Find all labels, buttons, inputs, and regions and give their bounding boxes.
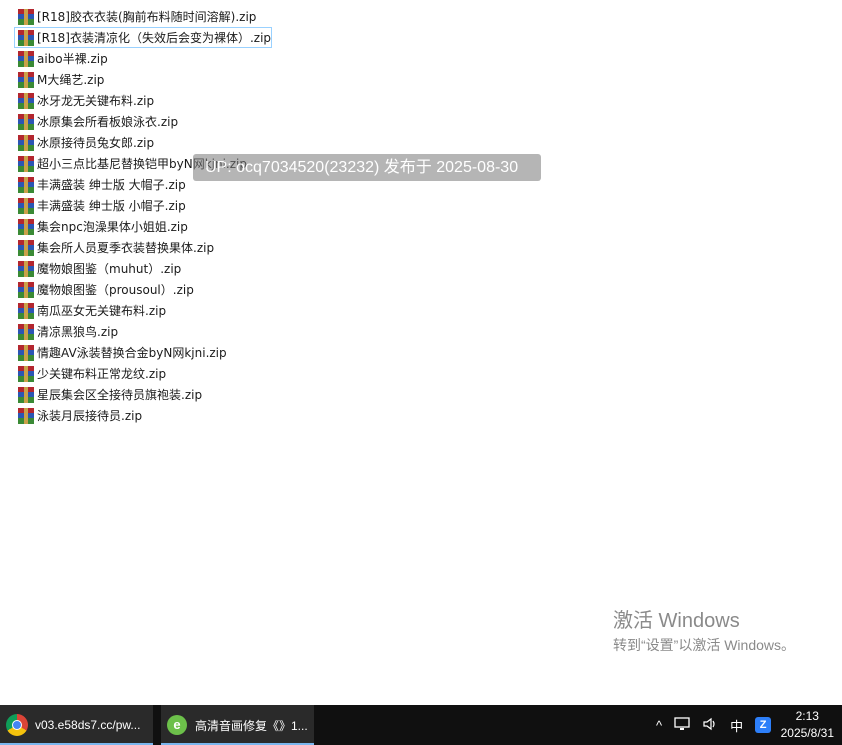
file-name: 魔物娘图鉴（muhut）.zip bbox=[37, 261, 182, 276]
zip-archive-icon bbox=[18, 113, 34, 130]
activate-subtitle: 转到“设置”以激活 Windows。 bbox=[613, 637, 796, 653]
zip-archive-icon bbox=[18, 8, 34, 25]
zip-archive-icon bbox=[18, 197, 34, 214]
zip-archive-icon bbox=[18, 344, 34, 361]
chevron-up-icon[interactable]: ^ bbox=[656, 718, 662, 733]
taskbar-item-label: v03.e58ds7.cc/pw... bbox=[35, 718, 141, 732]
file-name: 星辰集会区全接待员旗袍装.zip bbox=[37, 387, 203, 402]
file-name: 冰牙龙无关键布料.zip bbox=[37, 93, 155, 108]
zip-archive-icon bbox=[18, 260, 34, 277]
file-name: aibo半裸.zip bbox=[37, 51, 108, 66]
file-item[interactable]: aibo半裸.zip bbox=[14, 48, 414, 69]
file-name: [R18]胶衣衣装(胸前布料随时间溶解).zip bbox=[37, 9, 257, 24]
file-name: 魔物娘图鉴（prousoul）.zip bbox=[37, 282, 194, 297]
file-name: 泳装月辰接待员.zip bbox=[37, 408, 143, 423]
zip-archive-icon bbox=[18, 50, 34, 67]
file-item[interactable]: 冰原集会所看板娘泳衣.zip bbox=[14, 111, 414, 132]
file-name: 集会npc泡澡果体小姐姐.zip bbox=[37, 219, 188, 234]
file-item[interactable]: 少关键布料正常龙纹.zip bbox=[14, 363, 414, 384]
file-name: 少关键布料正常龙纹.zip bbox=[37, 366, 167, 381]
network-icon[interactable] bbox=[674, 716, 690, 734]
file-item[interactable]: [R18]衣装清凉化（失效后会变为裸体）.zip bbox=[14, 27, 272, 48]
zip-archive-icon bbox=[18, 365, 34, 382]
file-name: [R18]衣装清凉化（失效后会变为裸体）.zip bbox=[37, 30, 272, 45]
file-name: 情趣AV泳装替换合金byN网kjni.zip bbox=[37, 345, 227, 360]
taskbar-item-label: 高清音画修复《》1... bbox=[195, 718, 308, 733]
zip-archive-icon bbox=[18, 323, 34, 340]
zip-archive-icon bbox=[18, 302, 34, 319]
file-name: 集会所人员夏季衣装替换果体.zip bbox=[37, 240, 215, 255]
file-item[interactable]: 清凉黑狼鸟.zip bbox=[14, 321, 414, 342]
file-name: 清凉黑狼鸟.zip bbox=[37, 324, 119, 339]
file-item[interactable]: 集会所人员夏季衣装替换果体.zip bbox=[14, 237, 414, 258]
system-clock[interactable]: 2:13 2025/8/31 bbox=[781, 708, 834, 742]
file-item[interactable]: 星辰集会区全接待员旗袍装.zip bbox=[14, 384, 414, 405]
zip-archive-icon bbox=[18, 239, 34, 256]
input-method-icon[interactable]: Z bbox=[755, 717, 772, 733]
ime-indicator[interactable]: 中 bbox=[730, 716, 743, 735]
zip-archive-icon bbox=[18, 281, 34, 298]
file-item[interactable]: 情趣AV泳装替换合金byN网kjni.zip bbox=[14, 342, 414, 363]
file-item[interactable]: 魔物娘图鉴（muhut）.zip bbox=[14, 258, 414, 279]
clock-time: 2:13 bbox=[795, 709, 819, 723]
file-name: 冰原接待员兔女郎.zip bbox=[37, 135, 155, 150]
file-name: 丰满盛装 绅士版 大帽子.zip bbox=[37, 177, 186, 192]
taskbar-item-chrome[interactable]: v03.e58ds7.cc/pw... bbox=[0, 705, 153, 745]
file-item[interactable]: 冰原接待员兔女郎.zip bbox=[14, 132, 414, 153]
file-item[interactable]: M大绳艺.zip bbox=[14, 69, 414, 90]
media-player-icon: e bbox=[167, 715, 187, 735]
upload-watermark: UP: ocq7034520(23232) 发布于 2025-08-30 bbox=[193, 154, 541, 181]
file-list: [R18]胶衣衣装(胸前布料随时间溶解).zip [R18]衣装清凉化（失效后会变… bbox=[14, 6, 414, 426]
volume-icon[interactable] bbox=[702, 717, 718, 734]
taskbar-item-media-player[interactable]: e 高清音画修复《》1... bbox=[161, 705, 314, 745]
file-name: M大绳艺.zip bbox=[37, 72, 105, 87]
system-tray: ^ 中 Z bbox=[650, 705, 777, 745]
file-item[interactable]: 南瓜巫女无关键布料.zip bbox=[14, 300, 414, 321]
chrome-icon bbox=[6, 714, 28, 736]
file-item[interactable]: 冰牙龙无关键布料.zip bbox=[14, 90, 414, 111]
file-item[interactable]: 泳装月辰接待员.zip bbox=[14, 405, 414, 426]
zip-archive-icon bbox=[18, 407, 34, 424]
file-item[interactable]: 魔物娘图鉴（prousoul）.zip bbox=[14, 279, 414, 300]
zip-archive-icon bbox=[18, 29, 34, 46]
file-item[interactable]: [R18]胶衣衣装(胸前布料随时间溶解).zip bbox=[14, 6, 414, 27]
file-item[interactable]: 集会npc泡澡果体小姐姐.zip bbox=[14, 216, 414, 237]
zip-archive-icon bbox=[18, 155, 34, 172]
zip-archive-icon bbox=[18, 134, 34, 151]
taskbar: v03.e58ds7.cc/pw... e 高清音画修复《》1... ^ 中 Z… bbox=[0, 705, 842, 745]
zip-archive-icon bbox=[18, 386, 34, 403]
zip-archive-icon bbox=[18, 176, 34, 193]
activate-windows-notice: 激活 Windows 转到“设置”以激活 Windows。 bbox=[613, 608, 795, 656]
file-name: 南瓜巫女无关键布料.zip bbox=[37, 303, 167, 318]
file-item[interactable]: 丰满盛装 绅士版 小帽子.zip bbox=[14, 195, 414, 216]
zip-archive-icon bbox=[18, 92, 34, 109]
file-name: 丰满盛装 绅士版 小帽子.zip bbox=[37, 198, 186, 213]
zip-archive-icon bbox=[18, 218, 34, 235]
clock-date: 2025/8/31 bbox=[780, 726, 834, 740]
activate-title: 激活 Windows bbox=[613, 610, 740, 632]
zip-archive-icon bbox=[18, 71, 34, 88]
file-name: 冰原集会所看板娘泳衣.zip bbox=[37, 114, 179, 129]
